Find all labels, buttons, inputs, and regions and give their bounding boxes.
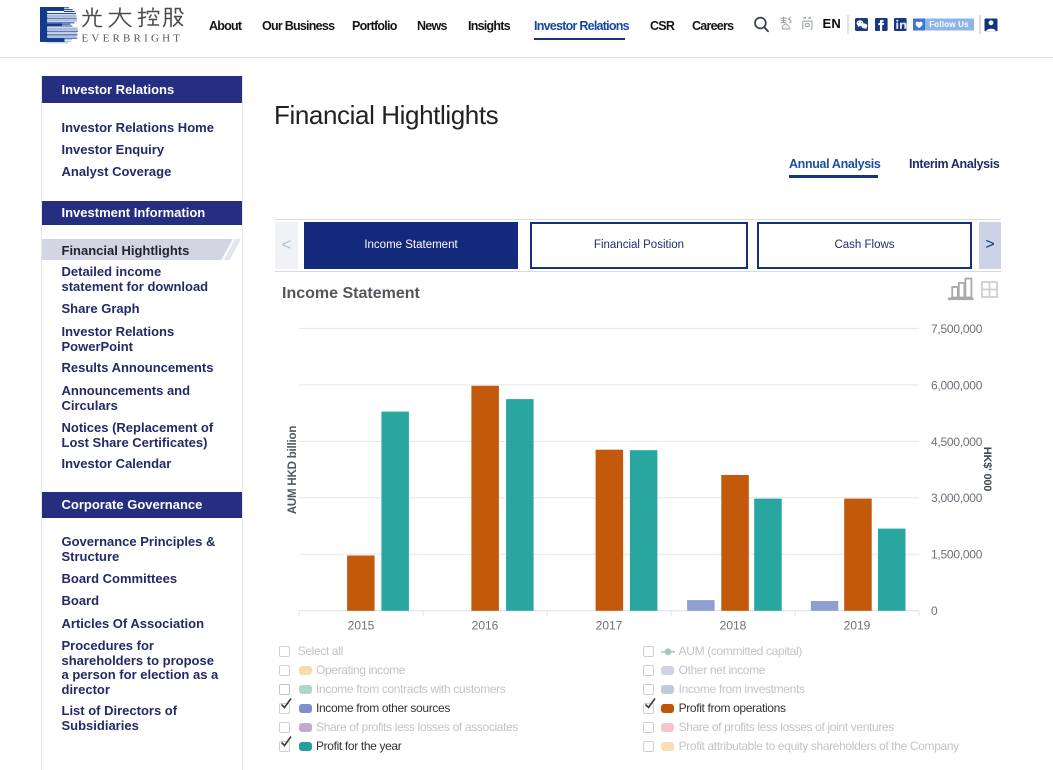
- svg-text:7,500,000: 7,500,000: [931, 322, 983, 336]
- svg-text:0: 0: [931, 604, 938, 618]
- svg-text:2018: 2018: [720, 618, 747, 632]
- svg-text:4,500,000: 4,500,000: [931, 435, 983, 449]
- svg-text:2019: 2019: [844, 618, 871, 632]
- svg-text:EVERBRIGHT: EVERBRIGHT: [82, 33, 184, 45]
- svg-text:AUM HKD billion: AUM HKD billion: [287, 426, 299, 515]
- svg-text:3,000,000: 3,000,000: [931, 491, 983, 505]
- svg-text:HK$' 000: HK$' 000: [981, 447, 993, 492]
- svg-text:6,000,000: 6,000,000: [931, 378, 983, 392]
- svg-text:1,500,000: 1,500,000: [931, 548, 983, 562]
- svg-text:Follow Us: Follow Us: [929, 20, 969, 29]
- svg-text:2015: 2015: [348, 618, 375, 632]
- svg-text:2017: 2017: [596, 618, 623, 632]
- svg-text:EN: EN: [823, 16, 841, 31]
- svg-text:2016: 2016: [472, 618, 499, 632]
